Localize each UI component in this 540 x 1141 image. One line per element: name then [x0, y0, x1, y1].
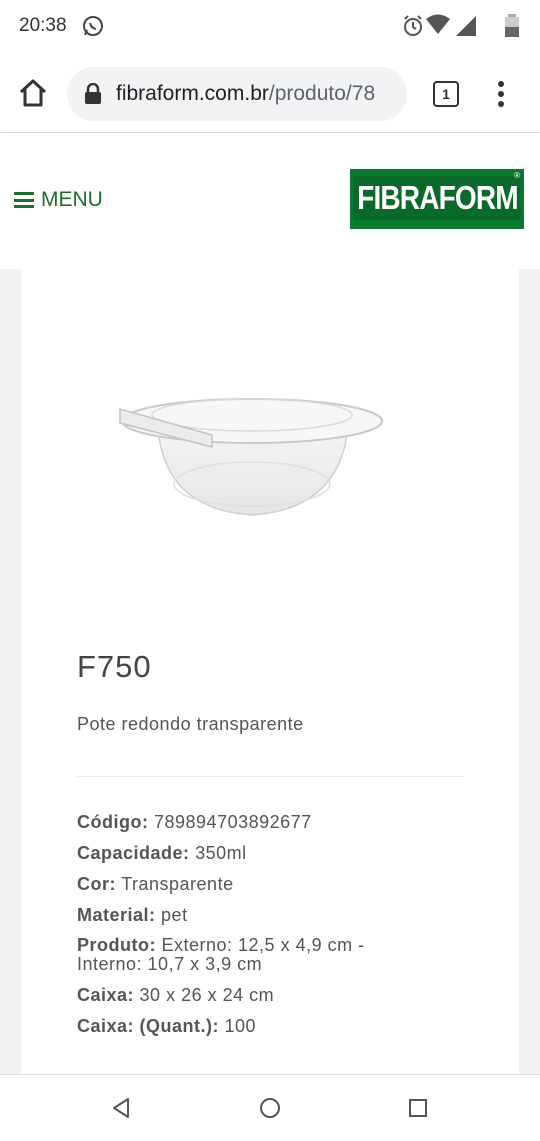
wifi-icon [426, 14, 450, 34]
logo-badge: FIBRAFORM [353, 176, 521, 220]
product-card: F750 Pote redondo transparente Código: 7… [21, 269, 519, 1074]
spec-key: Cor: [77, 874, 116, 894]
system-navigation-bar [0, 1074, 540, 1141]
home-icon[interactable] [16, 76, 50, 110]
cell-signal-icon [456, 16, 476, 36]
alarm-icon [404, 15, 422, 36]
url-domain: fibraform.com.br [116, 82, 269, 105]
spec-capacidade: Capacidade: 350ml [77, 843, 417, 863]
logo-registered-mark: ® [514, 171, 520, 180]
spec-value: 100 [224, 1016, 257, 1036]
product-specs: Código: 789894703892677 Capacidade: 350m… [77, 812, 417, 1047]
recent-apps-icon[interactable] [408, 1098, 428, 1118]
address-bar[interactable]: fibraform.com.br/produto/78 [67, 67, 407, 121]
menu-button[interactable]: MENU [14, 187, 103, 213]
spec-value: Transparente [121, 874, 234, 894]
status-time: 20:38 [19, 15, 67, 36]
spec-value: 789894703892677 [154, 812, 312, 832]
spec-key: Caixa: (Quant.): [77, 1016, 220, 1036]
spec-key: Material: [77, 905, 156, 925]
spec-cor: Cor: Transparente [77, 874, 417, 894]
tab-count: 1 [433, 81, 459, 107]
spec-produto: Produto: Externo: 12,5 x 4,9 cm - Intern… [77, 936, 417, 974]
more-options-icon[interactable] [490, 80, 512, 108]
browser-toolbar: fibraform.com.br/produto/78 1 [0, 56, 540, 132]
home-circle-icon[interactable] [259, 1097, 281, 1119]
menu-label: MENU [41, 188, 103, 211]
spec-key: Capacidade: [77, 843, 190, 863]
status-bar: 20:38 [0, 0, 540, 56]
site-header: MENU FIBRAFORM ® [0, 133, 540, 269]
spec-value: 350ml [195, 843, 247, 863]
lock-icon [85, 83, 101, 104]
product-title: F750 [77, 649, 152, 684]
spec-caixa-quantidade: Caixa: (Quant.): 100 [77, 1016, 417, 1036]
divider [77, 776, 463, 777]
whatsapp-icon [83, 16, 103, 36]
hamburger-icon [14, 192, 34, 208]
product-description: Pote redondo transparente [77, 714, 304, 734]
spec-material: Material: pet [77, 905, 417, 925]
tab-switcher-button[interactable]: 1 [433, 81, 459, 107]
back-icon[interactable] [110, 1096, 132, 1120]
spec-key: Código: [77, 812, 149, 832]
fibraform-logo[interactable]: FIBRAFORM ® [350, 169, 524, 229]
spec-key: Caixa: [77, 985, 135, 1005]
spec-caixa: Caixa: 30 x 26 x 24 cm [77, 985, 417, 1005]
spec-codigo: Código: 789894703892677 [77, 812, 417, 832]
logo-text: FIBRAFORM [356, 179, 518, 216]
spec-value: 30 x 26 x 24 cm [139, 985, 275, 1005]
product-image [119, 398, 383, 516]
url-text: fibraform.com.br/produto/78 [116, 82, 375, 106]
url-path: /produto/78 [268, 82, 376, 105]
spec-key: Produto: [77, 935, 156, 955]
spec-value: pet [161, 905, 188, 925]
battery-icon [505, 14, 519, 37]
